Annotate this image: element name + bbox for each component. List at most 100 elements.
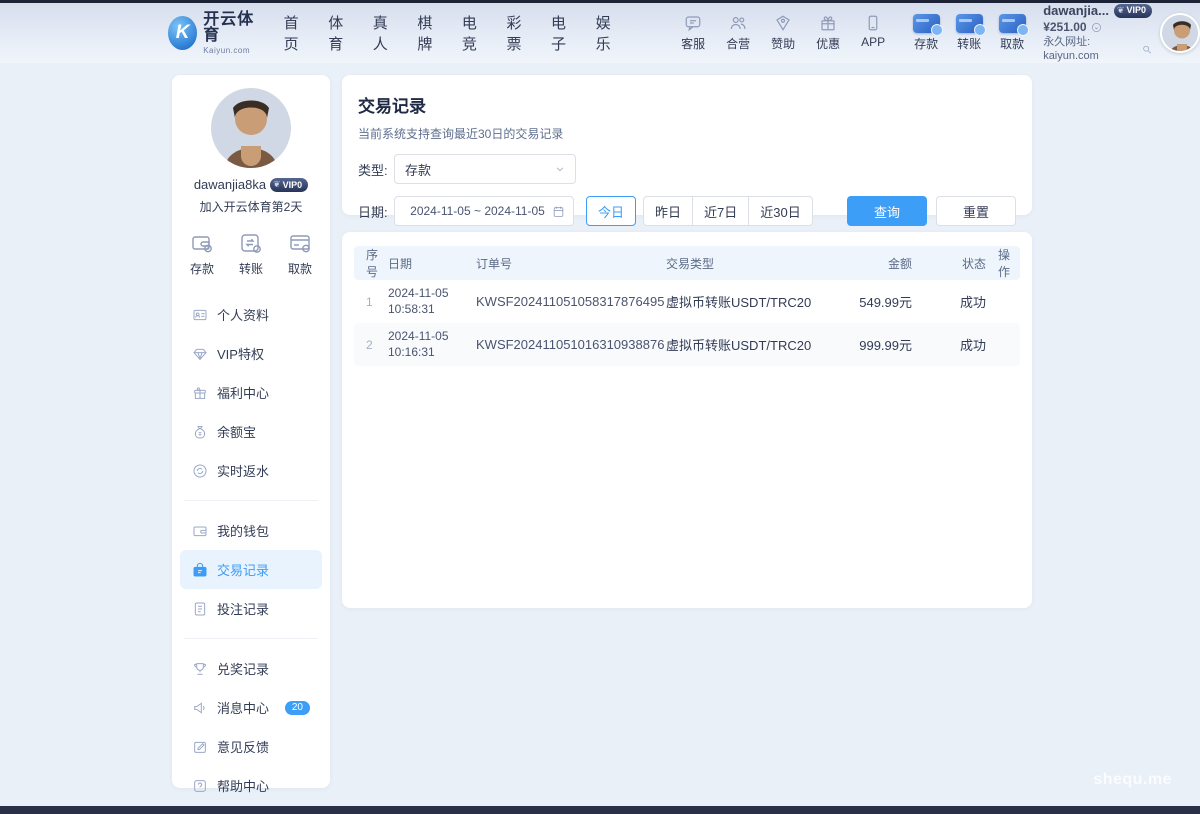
megaphone-icon bbox=[192, 700, 208, 716]
nav-chess[interactable]: 棋牌 bbox=[417, 12, 441, 54]
refresh-balance-icon[interactable] bbox=[1091, 22, 1102, 33]
wallet-icon bbox=[190, 231, 214, 255]
brand-domain: Kaiyun.com bbox=[203, 47, 261, 55]
nav-esports[interactable]: 电竞 bbox=[462, 12, 486, 54]
top-header: K 开云体育 Kaiyun.com 首页 体育 真人 棋牌 电竞 彩票 电子 娱… bbox=[0, 3, 1200, 63]
deposit-button[interactable]: 存款 bbox=[190, 231, 214, 277]
help-icon bbox=[192, 778, 208, 794]
nav-sports[interactable]: 体育 bbox=[328, 12, 352, 54]
withdraw-button[interactable]: 取款 bbox=[288, 231, 312, 277]
window-bottom-edge bbox=[0, 806, 1200, 814]
cell-status: 成功 bbox=[914, 335, 992, 354]
type-filter-row: 类型: 存款 bbox=[358, 154, 1016, 184]
table-row: 2 2024-11-05 10:16:31 KWSF20241105101631… bbox=[354, 323, 1020, 366]
brand-logo[interactable]: K 开云体育 Kaiyun.com bbox=[168, 12, 262, 55]
user-info[interactable]: dawanjia... ❦VIP0 ¥251.00 永久网址: kaiyun.c… bbox=[1043, 3, 1152, 64]
sidebar-item-prize-records[interactable]: 兑奖记录 bbox=[180, 649, 322, 688]
sidebar-item-messages[interactable]: 消息中心 20 bbox=[180, 688, 322, 727]
nav-home[interactable]: 首页 bbox=[284, 12, 308, 54]
main-nav: 首页 体育 真人 棋牌 电竞 彩票 电子 娱乐 bbox=[284, 12, 620, 54]
col-header-action: 操作 bbox=[992, 246, 1020, 280]
sidebar-item-label: 帮助中心 bbox=[217, 776, 269, 795]
sidebar-item-feedback[interactable]: 意见反馈 bbox=[180, 727, 322, 766]
type-select[interactable]: 存款 bbox=[394, 154, 576, 184]
range-today-button[interactable]: 今日 bbox=[586, 196, 636, 226]
nav-lottery[interactable]: 彩票 bbox=[506, 12, 530, 54]
col-header-amount: 金额 bbox=[814, 255, 914, 272]
sidebar-item-rebate[interactable]: 实时返水 bbox=[180, 451, 322, 490]
sidebar-quick-actions: 存款 转账 取款 bbox=[172, 231, 330, 277]
brand-name: 开云体育 bbox=[203, 12, 261, 44]
sidebar-item-label: 福利中心 bbox=[217, 383, 269, 402]
cell-order-no: KWSF202411051016310938876 bbox=[474, 337, 664, 352]
reset-button[interactable]: 重置 bbox=[936, 196, 1016, 226]
cell-datetime: 2024-11-05 10:16:31 bbox=[386, 329, 474, 360]
nav-entertainment[interactable]: 娱乐 bbox=[596, 12, 620, 54]
sidebar-item-welfare[interactable]: 福利中心 bbox=[180, 373, 322, 412]
sidebar-item-yuebao[interactable]: 余额宝 bbox=[180, 412, 322, 451]
joined-days-text: 加入开云体育第2天 bbox=[172, 198, 330, 215]
username: dawanjia... bbox=[1043, 3, 1109, 19]
withdraw-button[interactable]: 取款 bbox=[995, 14, 1029, 52]
sidebar-item-label: 实时返水 bbox=[217, 461, 269, 480]
query-button[interactable]: 查询 bbox=[847, 196, 927, 226]
vip-badge: ❦VIP0 bbox=[270, 178, 308, 192]
date-label: 日期: bbox=[358, 202, 394, 221]
avatar-photo bbox=[1162, 15, 1200, 53]
page-title: 交易记录 bbox=[358, 92, 1016, 117]
sidebar-item-label: VIP特权 bbox=[217, 344, 264, 363]
promotions-button[interactable]: 优惠 bbox=[812, 14, 844, 52]
quick-action-label: 取款 bbox=[288, 260, 312, 277]
range-yesterday-button[interactable]: 昨日 bbox=[643, 196, 693, 226]
table-row: 1 2024-11-05 10:58:31 KWSF20241105105831… bbox=[354, 280, 1020, 323]
transfer-button[interactable]: 转账 bbox=[952, 14, 986, 52]
filter-card: 交易记录 当前系统支持查询最近30日的交易记录 类型: 存款 日期: 2024-… bbox=[342, 75, 1032, 215]
main-panel: 交易记录 当前系统支持查询最近30日的交易记录 类型: 存款 日期: 2024-… bbox=[342, 75, 1032, 788]
cell-type: 虚拟币转账USDT/TRC20 bbox=[664, 335, 814, 354]
range-7days-button[interactable]: 近7日 bbox=[692, 196, 749, 226]
app-download-button[interactable]: APP bbox=[857, 14, 889, 52]
sidebar-item-bet-records[interactable]: 投注记录 bbox=[180, 589, 322, 628]
customer-service-button[interactable]: 客服 bbox=[677, 14, 709, 52]
quick-action-label: 转账 bbox=[239, 260, 263, 277]
partnership-button[interactable]: 合营 bbox=[722, 14, 754, 52]
sponsor-button[interactable]: 赞助 bbox=[767, 14, 799, 52]
welfare-icon bbox=[192, 385, 208, 401]
utility-label: 客服 bbox=[681, 35, 705, 52]
avatar[interactable] bbox=[211, 88, 291, 168]
transfer-button[interactable]: 转账 bbox=[239, 231, 263, 277]
sidebar-item-label: 我的钱包 bbox=[217, 521, 269, 540]
type-select-value: 存款 bbox=[405, 160, 555, 179]
avatar[interactable] bbox=[1160, 13, 1200, 53]
deposit-button[interactable]: 存款 bbox=[909, 14, 943, 52]
sidebar-item-transactions[interactable]: 交易记录 bbox=[180, 550, 322, 589]
date-range-input[interactable]: 2024-11-05 ~ 2024-11-05 bbox=[394, 196, 574, 226]
moneybag-icon bbox=[192, 424, 208, 440]
cell-type: 虚拟币转账USDT/TRC20 bbox=[664, 292, 814, 311]
col-header-no: 序号 bbox=[354, 246, 386, 280]
sidebar-item-my-wallet[interactable]: 我的钱包 bbox=[180, 511, 322, 550]
avatar-photo bbox=[211, 88, 291, 168]
rebate-icon bbox=[192, 463, 208, 479]
nav-slots[interactable]: 电子 bbox=[551, 12, 575, 54]
table-header-row: 序号 日期 订单号 交易类型 金额 状态 操作 bbox=[354, 246, 1020, 280]
sidebar-item-label: 余额宝 bbox=[217, 422, 256, 441]
nav-live[interactable]: 真人 bbox=[373, 12, 397, 54]
range-30days-button[interactable]: 近30日 bbox=[748, 196, 812, 226]
cell-amount: 549.99元 bbox=[814, 292, 914, 311]
col-header-order: 订单号 bbox=[474, 255, 664, 272]
sidebar-item-label: 意见反馈 bbox=[217, 737, 269, 756]
balance-amount: ¥251.00 bbox=[1043, 20, 1086, 35]
sidebar-item-profile[interactable]: 个人资料 bbox=[180, 295, 322, 334]
wallet-label: 取款 bbox=[1000, 35, 1024, 52]
brand-logo-icon: K bbox=[168, 16, 197, 50]
transaction-icon bbox=[192, 562, 208, 578]
sidebar-item-vip[interactable]: VIP特权 bbox=[180, 334, 322, 373]
search-icon[interactable] bbox=[1142, 44, 1152, 55]
permanent-url: 永久网址: kaiyun.com bbox=[1043, 36, 1139, 64]
sidebar-item-help[interactable]: 帮助中心 bbox=[180, 766, 322, 805]
utility-label: 合营 bbox=[726, 35, 750, 52]
wallet-icon bbox=[192, 523, 208, 539]
wallet-label: 转账 bbox=[957, 35, 981, 52]
sidebar-item-label: 投注记录 bbox=[217, 599, 269, 618]
